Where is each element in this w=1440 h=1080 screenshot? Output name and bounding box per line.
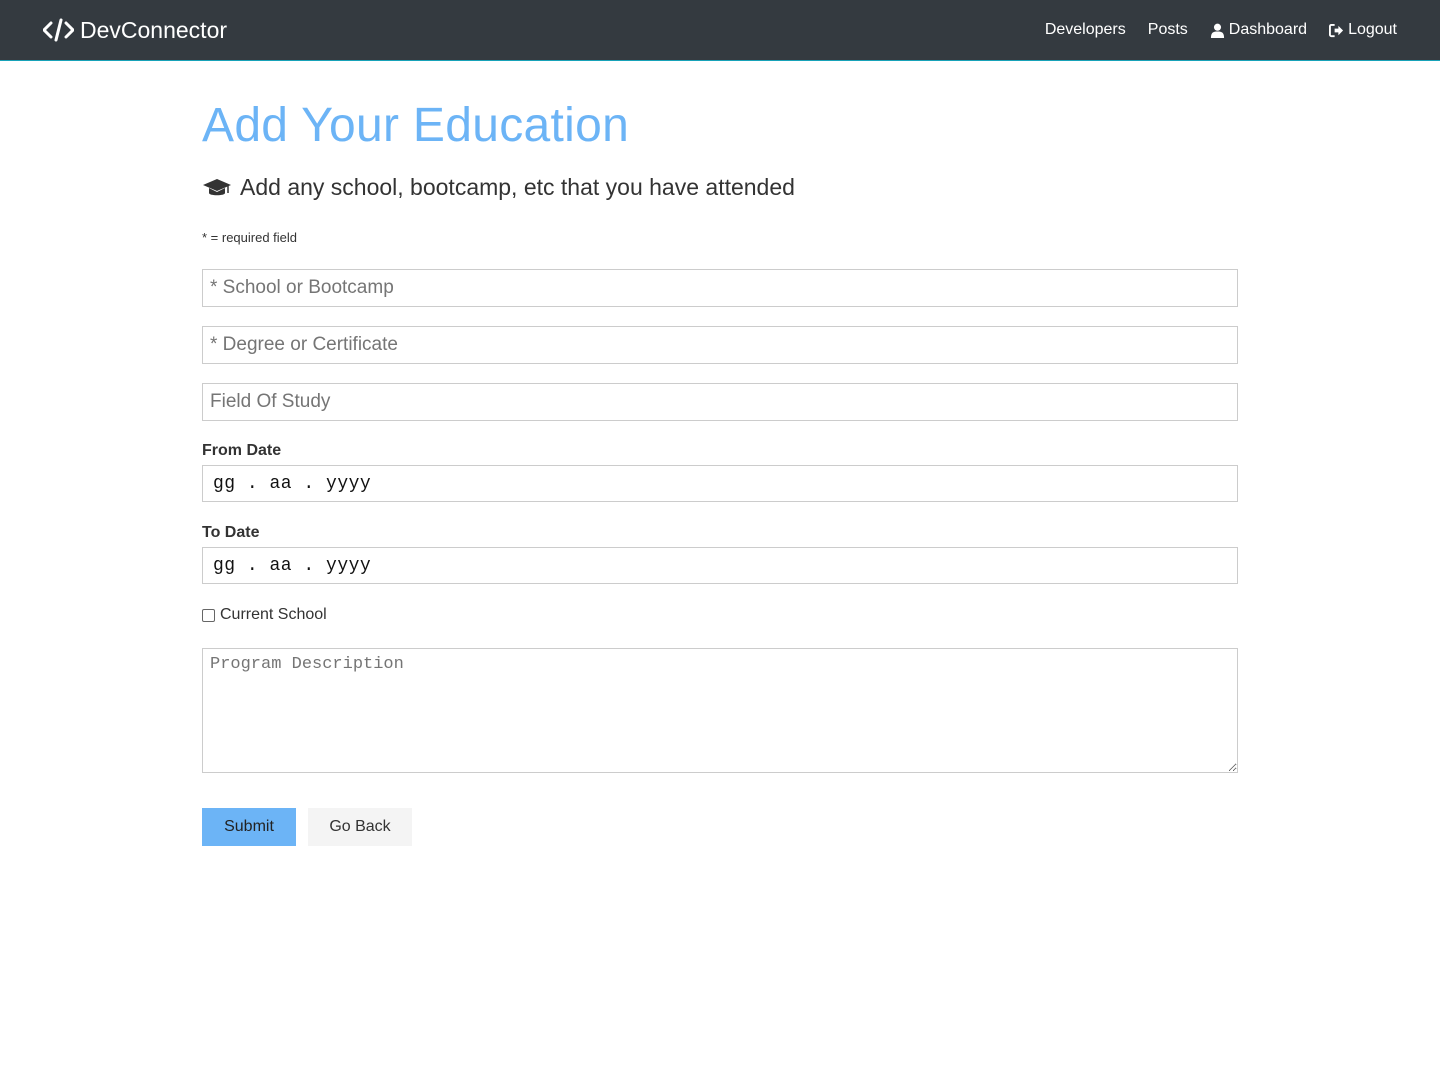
brand-label: DevConnector	[80, 16, 228, 43]
program-description-textarea[interactable]	[202, 648, 1238, 773]
page-title: Add Your Education	[202, 99, 630, 152]
go-back-button[interactable]: Go Back	[308, 808, 412, 846]
from-date-value: gg . aa . yyyy	[213, 473, 372, 494]
current-school-row[interactable]: Current School	[202, 606, 327, 624]
navbar: DevConnector Developers Posts Dashboard …	[0, 0, 1440, 61]
sign-out-icon	[1329, 23, 1344, 37]
required-note: * = required field	[202, 230, 298, 245]
nav-links: Developers Posts Dashboard Logout	[1045, 21, 1397, 39]
current-school-label: Current School	[220, 606, 327, 623]
to-date-input[interactable]: gg . aa . yyyy	[202, 547, 1238, 584]
field-of-study-input[interactable]	[202, 383, 1238, 421]
graduation-cap-icon	[203, 178, 231, 195]
code-icon	[43, 18, 74, 42]
from-date-label: From Date	[202, 442, 282, 459]
page-lead-text: Add any school, bootcamp, etc that you h…	[240, 174, 795, 200]
nav-dashboard-label: Dashboard	[1228, 21, 1308, 38]
school-input[interactable]	[202, 269, 1238, 307]
to-date-value: gg . aa . yyyy	[213, 555, 372, 576]
current-school-checkbox[interactable]	[202, 608, 215, 622]
nav-posts-label: Posts	[1147, 21, 1188, 38]
user-icon	[1210, 23, 1224, 38]
nav-logout-link[interactable]: Logout	[1329, 21, 1397, 39]
to-date-label: To Date	[202, 524, 260, 541]
page-lead: Add any school, bootcamp, etc that you h…	[202, 174, 795, 201]
nav-developers-label: Developers	[1044, 21, 1126, 38]
nav-dashboard-link[interactable]: Dashboard	[1210, 21, 1307, 39]
nav-posts-link[interactable]: Posts	[1148, 21, 1188, 39]
degree-input[interactable]	[202, 326, 1238, 364]
brand-link[interactable]: DevConnector	[43, 17, 227, 44]
from-date-input[interactable]: gg . aa . yyyy	[202, 465, 1238, 502]
submit-button[interactable]: Submit	[202, 808, 296, 846]
nav-logout-label: Logout	[1348, 21, 1397, 38]
nav-developers-link[interactable]: Developers	[1045, 21, 1126, 39]
